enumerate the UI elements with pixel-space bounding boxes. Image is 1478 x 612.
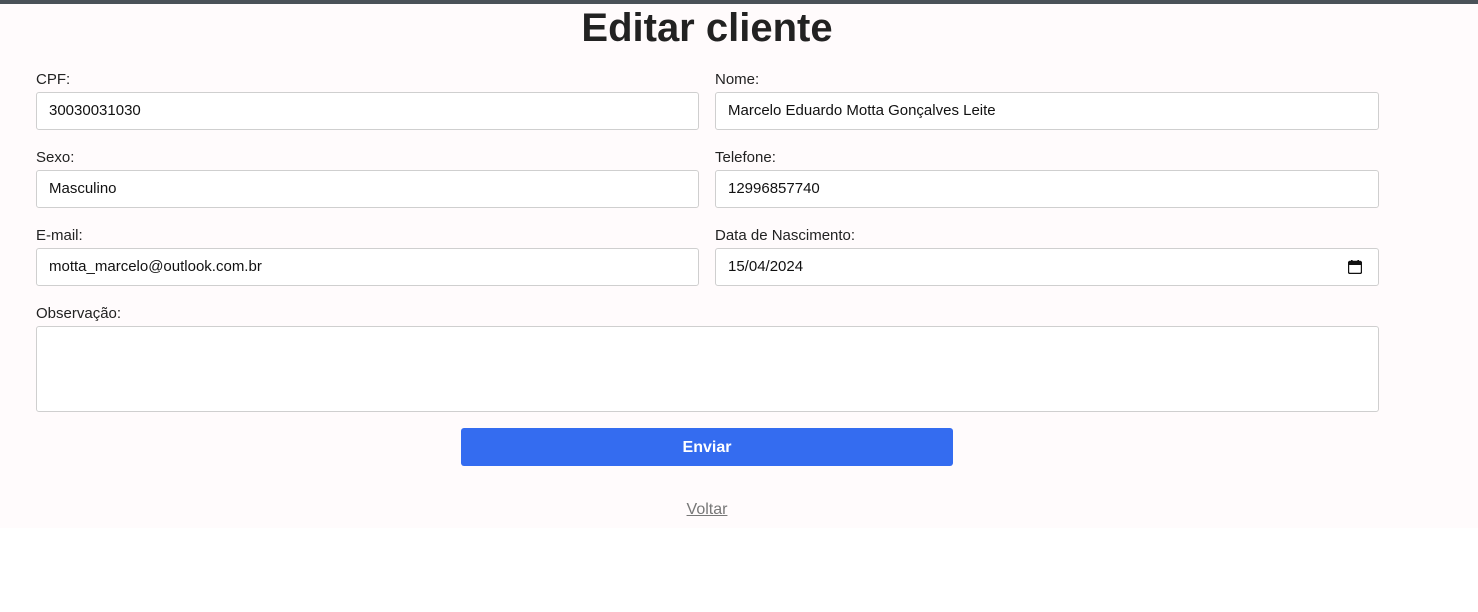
nome-label: Nome: bbox=[715, 71, 760, 88]
email-label: E-mail: bbox=[36, 227, 83, 244]
submit-button[interactable]: Enviar bbox=[461, 428, 953, 466]
telefone-input[interactable]: 12996857740 bbox=[715, 170, 1379, 208]
nascimento-date-input[interactable]: 15/04/2024 bbox=[715, 248, 1379, 286]
back-link: Voltar bbox=[0, 500, 1414, 520]
calendar-icon[interactable] bbox=[1348, 260, 1362, 274]
observacao-textarea[interactable] bbox=[36, 326, 1379, 412]
telefone-label: Telefone: bbox=[715, 149, 776, 166]
sexo-label: Sexo: bbox=[36, 149, 75, 166]
sexo-input[interactable]: Masculino bbox=[36, 170, 699, 208]
observacao-label: Observação: bbox=[36, 305, 122, 322]
back-link-text[interactable]: Voltar bbox=[687, 501, 728, 518]
nome-input[interactable]: Marcelo Eduardo Motta Gonçalves Leite bbox=[715, 92, 1379, 130]
cpf-label: CPF: bbox=[36, 71, 71, 88]
email-input[interactable]: motta_marcelo@outlook.com.br bbox=[36, 248, 699, 286]
cpf-input[interactable]: 30030031030 bbox=[36, 92, 699, 130]
nascimento-label: Data de Nascimento: bbox=[715, 227, 856, 244]
page-title: Editar cliente bbox=[581, 6, 833, 50]
nascimento-value: 15/04/2024 bbox=[728, 258, 804, 275]
